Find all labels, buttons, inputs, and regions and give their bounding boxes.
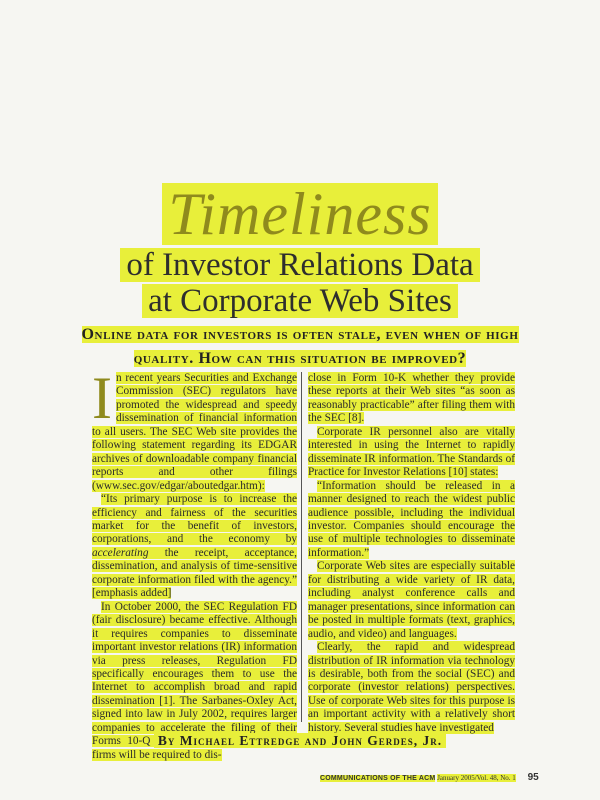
paragraph: In recent years Securities and Exchange …: [92, 365, 297, 493]
right-column: close in Form 10-K whether they provide …: [308, 372, 515, 735]
paragraph: Corporate Web sites are especially suita…: [308, 560, 515, 641]
paragraph-text: Corporate Web sites are especially suita…: [308, 560, 515, 640]
issue-info: January 2005/Vol. 48, No. 1: [437, 774, 516, 782]
left-column: In recent years Securities and Exchange …: [92, 365, 297, 762]
page-number: 95: [527, 772, 539, 783]
byline: By Michael Ettredge and John Gerdes, Jr.: [0, 732, 600, 750]
title-line-1: of Investor Relations Data: [120, 248, 480, 282]
paragraph: Clearly, the rapid and widespread distri…: [308, 641, 515, 735]
column-divider: [301, 372, 302, 722]
paragraph-text: Clearly, the rapid and widespread distri…: [308, 641, 515, 734]
title-line-2-block: at Corporate Web Sites: [0, 284, 600, 318]
title-main: Timeliness: [162, 183, 438, 245]
publication-name: COMMUNICATIONS OF THE ACM: [320, 775, 436, 782]
emphasis-word: accelerating: [92, 546, 149, 559]
paragraph: “Information should be released in a man…: [308, 479, 515, 561]
paragraph: Corporate IR personnel also are vitally …: [308, 425, 515, 480]
paragraph-text: close in Form 10-K whether they provide …: [308, 372, 515, 425]
paragraph-text: n recent years Securities and Exchange C…: [92, 372, 297, 492]
page-footer: COMMUNICATIONS OF THE ACM January 2005/V…: [320, 772, 560, 783]
paragraph: close in Form 10-K whether they provide …: [308, 372, 515, 426]
title-line-1-block: of Investor Relations Data: [0, 248, 600, 282]
paragraph: “Its primary purpose is to increase the …: [92, 493, 297, 601]
quote-text: “Information should be released in a man…: [308, 479, 515, 559]
paragraph-text: Corporate IR personnel also are vitally …: [308, 425, 515, 479]
article-deck: Online data for investors is often stale…: [60, 323, 540, 371]
title-line-2: at Corporate Web Sites: [142, 284, 458, 318]
byline-text: By Michael Ettredge and John Gerdes, Jr.: [153, 733, 447, 748]
quote-part: “Its primary purpose is to increase the …: [92, 493, 297, 546]
drop-cap: I: [92, 365, 112, 431]
quote-text: “Its primary purpose is to increase the …: [92, 493, 297, 600]
deck-text: Online data for investors is often stale…: [81, 326, 519, 367]
article-title: Timeliness: [0, 183, 600, 245]
